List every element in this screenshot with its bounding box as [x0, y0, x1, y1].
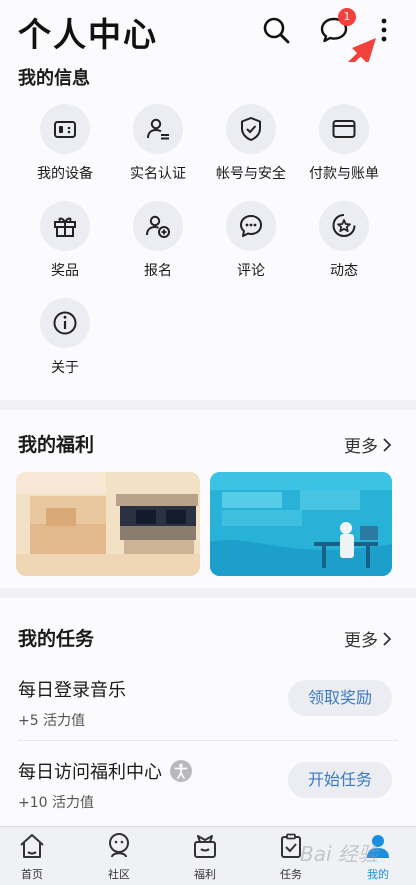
id-card-icon [147, 118, 169, 140]
more-vertical-icon [381, 18, 387, 42]
star-icon [332, 214, 356, 238]
tab-home[interactable]: 首页 [2, 831, 62, 882]
gift-box-icon [194, 835, 216, 858]
more-label: 更多 [344, 437, 378, 457]
header: 个人中心 1 [0, 0, 416, 62]
more-options-button[interactable] [364, 10, 404, 50]
grid-item-label: 评论 [237, 263, 265, 279]
my-info-section: 我的信息 我的设备 实名认证 帐号与安全 付款与账单 奖品 报名 评论 动态 关… [0, 62, 416, 400]
banner-image [210, 472, 392, 576]
welfare-more-link[interactable]: 更多 [344, 432, 392, 457]
info-icon [53, 311, 77, 335]
tab-label: 我的 [367, 868, 389, 881]
grid-item-label: 付款与账单 [309, 166, 379, 182]
search-button[interactable] [256, 10, 296, 50]
message-badge: 1 [338, 8, 356, 26]
comment-icon [240, 215, 262, 237]
tab-label: 福利 [194, 868, 216, 881]
tasks-section: 我的任务 更多 每日登录音乐 +5 活力值 领取奖励 每日访问福利中心 +10 … [0, 598, 416, 826]
grid-item-label: 报名 [144, 263, 172, 279]
grid-item-signup[interactable]: 报名 [111, 201, 205, 280]
grid-item-comments[interactable]: 评论 [204, 201, 298, 280]
task-item: 每日访问福利中心 +10 活力值 开始任务 [18, 758, 398, 818]
card-icon [332, 120, 356, 138]
welfare-title: 我的福利 [18, 434, 95, 456]
welfare-banner-2[interactable] [210, 472, 392, 576]
tab-profile[interactable]: 我的 [348, 831, 408, 882]
accessibility-icon[interactable] [170, 760, 192, 782]
device-icon [54, 121, 76, 138]
start-task-button[interactable]: 开始任务 [288, 762, 392, 798]
add-user-icon [146, 215, 170, 238]
messages-button[interactable]: 1 [314, 8, 356, 50]
task-icon [281, 833, 301, 858]
grid-item-my-device[interactable]: 我的设备 [18, 104, 112, 183]
tab-community[interactable]: 社区 [89, 831, 149, 882]
grid-item-label: 关于 [51, 360, 79, 376]
tasks-title: 我的任务 [18, 628, 95, 650]
shield-icon [241, 117, 261, 141]
banner-image [16, 472, 200, 576]
grid-item-label: 我的设备 [37, 166, 93, 182]
grid-item-about[interactable]: 关于 [18, 298, 112, 377]
page-title: 个人中心 [18, 15, 158, 54]
tab-label: 首页 [21, 868, 43, 881]
grid-item-label: 动态 [330, 263, 358, 279]
task-divider [18, 740, 398, 741]
my-info-title: 我的信息 [18, 68, 90, 89]
grid-item-payment-billing[interactable]: 付款与账单 [297, 104, 391, 183]
chevron-right-icon [383, 437, 392, 452]
community-icon [109, 833, 129, 858]
grid-item-real-name[interactable]: 实名认证 [111, 104, 205, 183]
tab-label: 社区 [108, 868, 130, 881]
search-icon [263, 17, 290, 44]
grid-item-prizes[interactable]: 奖品 [18, 201, 112, 280]
grid-item-label: 实名认证 [130, 166, 186, 182]
welfare-banner-1[interactable] [16, 472, 200, 576]
tasks-more-link[interactable]: 更多 [344, 626, 392, 651]
more-label: 更多 [344, 631, 378, 651]
home-icon [20, 834, 44, 858]
tab-label: 任务 [280, 868, 302, 881]
grid-item-label: 奖品 [51, 263, 79, 279]
grid-item-account-security[interactable]: 帐号与安全 [204, 104, 298, 183]
claim-reward-button[interactable]: 领取奖励 [288, 680, 392, 716]
tab-welfare[interactable]: 福利 [175, 831, 235, 882]
profile-icon [367, 835, 389, 858]
task-item: 每日登录音乐 +5 活力值 领取奖励 [18, 676, 398, 736]
grid-item-activity[interactable]: 动态 [297, 201, 391, 280]
grid-item-label: 帐号与安全 [216, 166, 286, 182]
chevron-right-icon [383, 631, 392, 646]
gift-icon [54, 217, 76, 237]
tab-tasks[interactable]: 任务 [261, 831, 321, 882]
bottom-tab-bar: 首页 社区 福利 任务 我的 [0, 826, 416, 885]
